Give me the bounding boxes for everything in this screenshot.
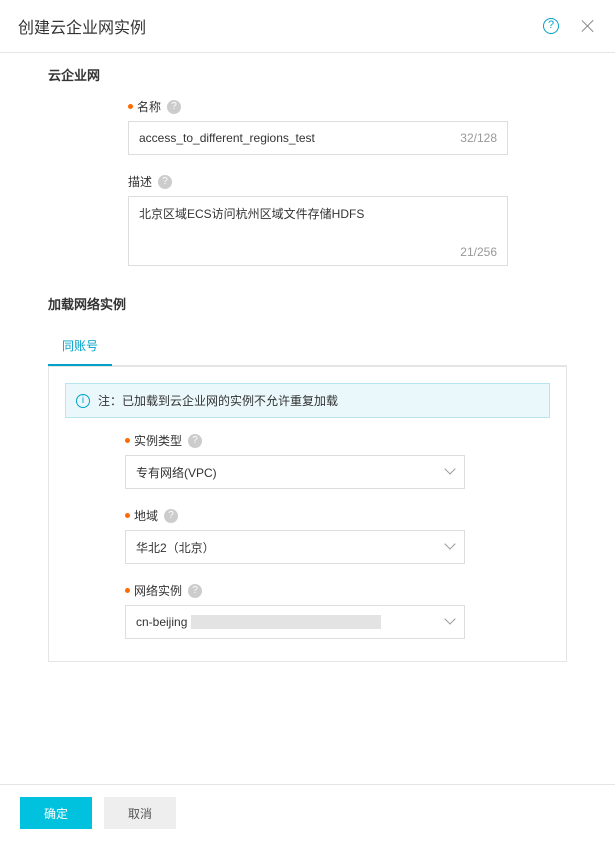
load-panel: i 注：已加载到云企业网的实例不允许重复加载 实例类型 ? 专有网络(VPC) …: [48, 366, 567, 662]
dialog-body: 云企业网 名称 ? 32/128 描述 ? 21/256 加载网络实例: [0, 53, 615, 784]
notice-text: 注：已加载到云企业网的实例不允许重复加载: [98, 392, 338, 409]
region-value: 华北2（北京）: [136, 539, 215, 556]
network-instance-value: cn-beijing: [136, 615, 381, 629]
instance-type-label-row: 实例类型 ?: [125, 432, 550, 449]
chevron-down-icon: [444, 617, 454, 627]
name-input[interactable]: [129, 131, 450, 145]
field-network-instance: 网络实例 ? cn-beijing: [125, 582, 550, 639]
help-tooltip-icon[interactable]: ?: [164, 509, 178, 523]
field-desc-label: 描述: [128, 173, 152, 190]
dialog-title: 创建云企业网实例: [18, 14, 146, 38]
chevron-down-icon: [444, 467, 454, 477]
required-dot-icon: [125, 438, 130, 443]
help-tooltip-icon[interactable]: ?: [188, 584, 202, 598]
field-name-label-row: 名称 ?: [128, 98, 567, 115]
cancel-button[interactable]: 取消: [104, 797, 176, 829]
name-char-count: 32/128: [450, 131, 507, 145]
info-icon: i: [76, 394, 90, 408]
network-instance-select[interactable]: cn-beijing: [125, 605, 465, 639]
instance-type-label: 实例类型: [134, 432, 182, 449]
instance-type-select[interactable]: 专有网络(VPC): [125, 455, 465, 489]
network-instance-text: cn-beijing: [136, 615, 187, 629]
instance-type-value: 专有网络(VPC): [136, 464, 217, 481]
tabs: 同账号: [48, 327, 567, 366]
help-icon[interactable]: ?: [543, 18, 559, 34]
required-dot-icon: [128, 104, 133, 109]
tab-same-account[interactable]: 同账号: [48, 327, 112, 366]
close-icon[interactable]: [581, 19, 595, 33]
dialog-header: 创建云企业网实例 ?: [0, 0, 615, 53]
region-select[interactable]: 华北2（北京）: [125, 530, 465, 564]
section-load-title: 加载网络实例: [48, 294, 567, 313]
field-instance-type: 实例类型 ? 专有网络(VPC): [125, 432, 550, 489]
field-name-label: 名称: [137, 98, 161, 115]
region-label-row: 地域 ?: [125, 507, 550, 524]
field-desc-label-row: 描述 ?: [128, 173, 567, 190]
field-name: 名称 ? 32/128: [128, 98, 567, 155]
dialog-footer: 确定 取消: [0, 784, 615, 841]
required-dot-icon: [125, 588, 130, 593]
chevron-down-icon: [444, 542, 454, 552]
create-cen-dialog: 创建云企业网实例 ? 云企业网 名称 ? 32/128 描述 ?: [0, 0, 615, 841]
redacted-block: [191, 615, 381, 629]
field-region: 地域 ? 华北2（北京）: [125, 507, 550, 564]
notice-bar: i 注：已加载到云企业网的实例不允许重复加载: [65, 383, 550, 418]
help-tooltip-icon[interactable]: ?: [167, 100, 181, 114]
desc-input[interactable]: [129, 197, 507, 247]
desc-input-wrap: 21/256: [128, 196, 508, 266]
field-desc: 描述 ? 21/256: [128, 173, 567, 266]
ok-button[interactable]: 确定: [20, 797, 92, 829]
section-cen-title: 云企业网: [48, 65, 567, 84]
header-icons: ?: [543, 18, 595, 34]
network-instance-label-row: 网络实例 ?: [125, 582, 550, 599]
required-dot-icon: [125, 513, 130, 518]
network-instance-label: 网络实例: [134, 582, 182, 599]
desc-char-count: 21/256: [460, 245, 497, 259]
help-tooltip-icon[interactable]: ?: [188, 434, 202, 448]
region-label: 地域: [134, 507, 158, 524]
help-tooltip-icon[interactable]: ?: [158, 175, 172, 189]
name-input-wrap: 32/128: [128, 121, 508, 155]
